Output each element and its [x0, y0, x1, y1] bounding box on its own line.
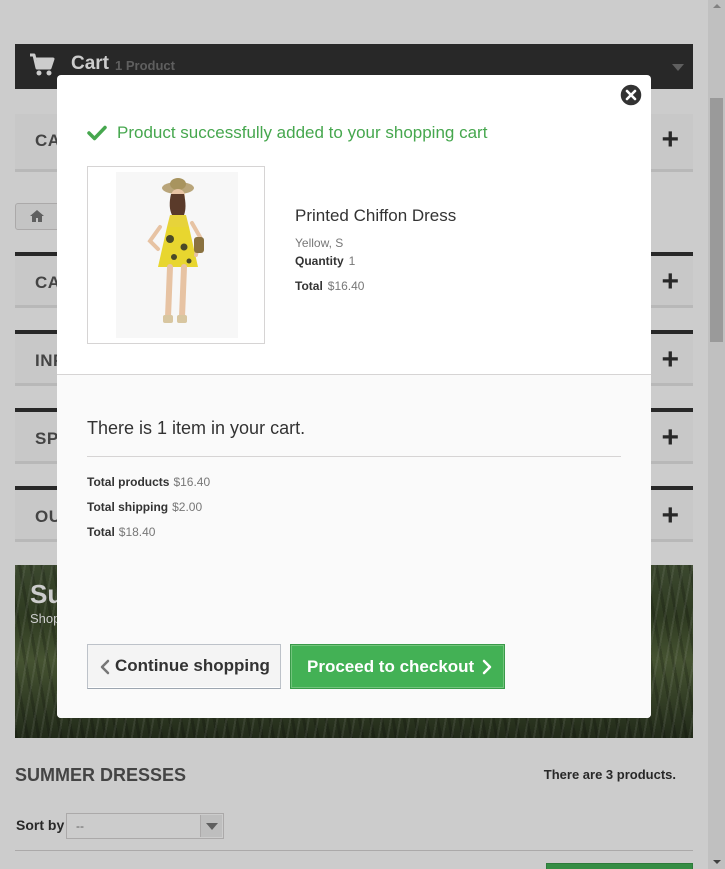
quantity-label: Quantity: [295, 254, 344, 268]
grand-total-label: Total: [87, 525, 115, 539]
product-image: [87, 166, 265, 344]
dress-model-image: [116, 172, 238, 338]
chevron-left-icon: [100, 659, 110, 675]
success-text: Product successfully added to your shopp…: [117, 123, 488, 142]
total-shipping-row: Total shipping $2.00: [87, 500, 202, 514]
chevron-right-icon: [482, 659, 492, 675]
total-products-row: Total products $16.40: [87, 475, 210, 489]
continue-shopping-label: Continue shopping: [115, 656, 270, 675]
cart-item-count: There is 1 item in your cart.: [87, 418, 306, 438]
product-total: Total $16.40: [295, 279, 364, 293]
product-total-value: $16.40: [327, 279, 365, 293]
close-icon[interactable]: [619, 83, 643, 107]
continue-shopping-button[interactable]: Continue shopping: [87, 644, 281, 689]
grand-total-row: Total $18.40: [87, 525, 155, 539]
product-attributes: Yellow, S: [295, 236, 344, 250]
total-products-label: Total products: [87, 475, 170, 489]
proceed-to-checkout-label: Proceed to checkout: [307, 657, 475, 676]
check-icon: [87, 125, 107, 141]
add-to-cart-modal: Product successfully added to your shopp…: [57, 75, 651, 718]
grand-total-value: $18.40: [118, 525, 156, 539]
proceed-to-checkout-button[interactable]: Proceed to checkout: [290, 644, 505, 689]
total-products-value: $16.40: [173, 475, 211, 489]
total-shipping-label: Total shipping: [87, 500, 169, 514]
product-name: Printed Chiffon Dress: [295, 206, 457, 225]
product-total-label: Total: [295, 279, 323, 293]
divider: [87, 456, 621, 457]
total-shipping-value: $2.00: [172, 500, 203, 514]
quantity-value: 1: [348, 254, 356, 268]
product-quantity: Quantity 1: [295, 254, 355, 268]
cart-summary-panel: There is 1 item in your cart. Total prod…: [57, 374, 651, 718]
